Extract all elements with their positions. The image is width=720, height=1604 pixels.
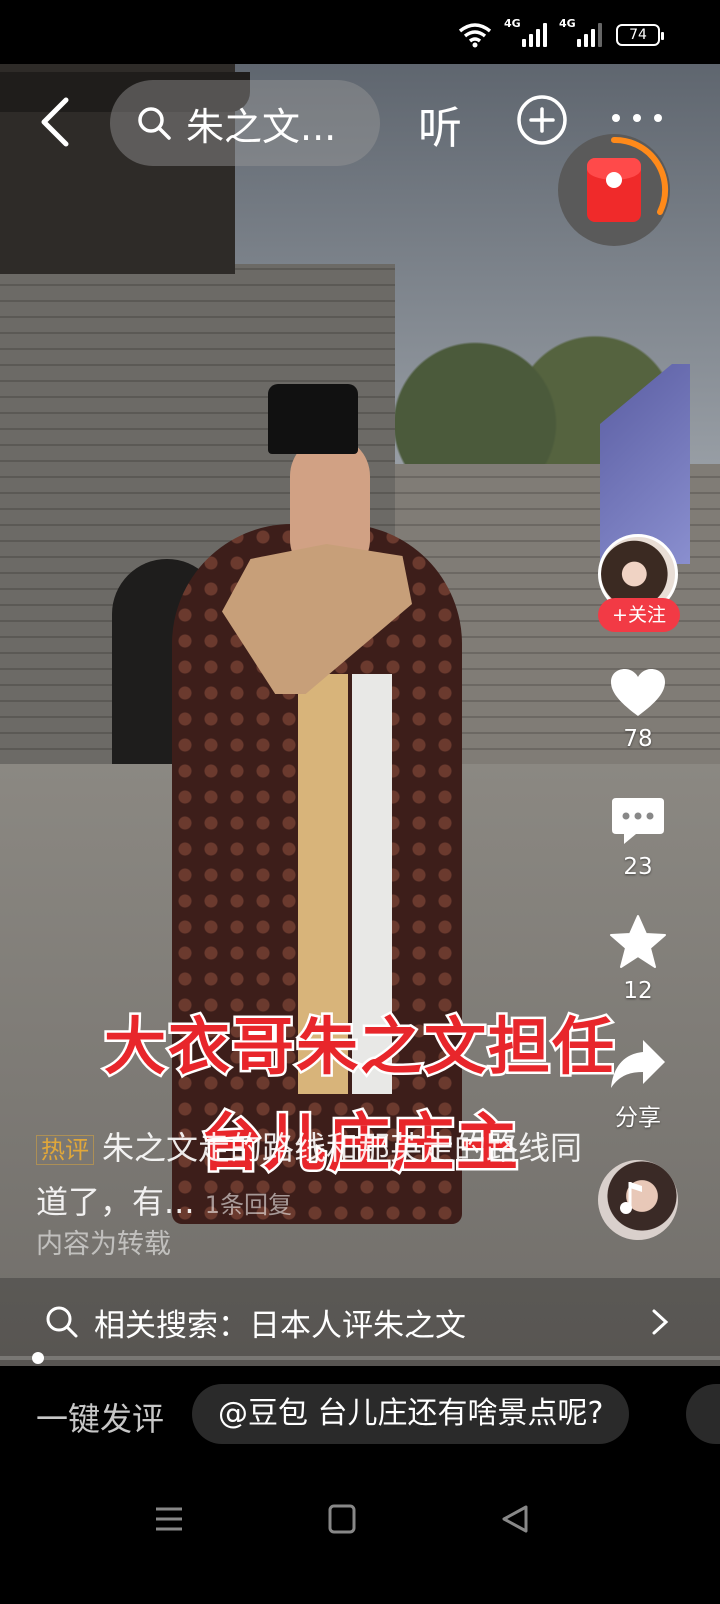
- reply-count[interactable]: 1条回复: [205, 1191, 292, 1219]
- back-arrow-icon[interactable]: [36, 94, 76, 150]
- music-note-icon: [620, 1182, 642, 1214]
- system-nav-bar: [0, 1464, 720, 1604]
- chevron-right-icon: [652, 1309, 669, 1335]
- wifi-icon: [458, 23, 492, 48]
- favorite-button[interactable]: 12: [606, 914, 670, 1004]
- hot-comment-tag: 热评: [36, 1135, 94, 1165]
- home-square-icon[interactable]: [328, 1504, 356, 1534]
- listen-button[interactable]: 听: [418, 92, 462, 156]
- star-icon: [610, 915, 666, 968]
- related-search-bar[interactable]: 相关搜索：日本人评朱之文: [0, 1278, 720, 1366]
- more-dots-icon[interactable]: [612, 110, 662, 126]
- like-button[interactable]: 78: [606, 668, 670, 752]
- search-query: 朱之文...: [186, 104, 337, 149]
- battery-indicator: 74: [616, 24, 664, 46]
- comment-button[interactable]: 23: [606, 796, 670, 880]
- comment-count: 23: [623, 854, 653, 880]
- quick-comment-bar: 一键发评 @豆包 台儿庄还有啥景点呢?: [0, 1366, 720, 1464]
- search-icon: [46, 1306, 78, 1338]
- suggestion-chip[interactable]: @豆包 台儿庄还有啥景点呢?: [192, 1384, 630, 1444]
- cell-signal-1-icon: 4G: [504, 17, 547, 47]
- follow-button[interactable]: +关注: [598, 598, 680, 632]
- heart-icon: [611, 669, 665, 716]
- menu-icon[interactable]: [154, 1504, 184, 1534]
- hot-comment-text: 朱之文走的路线和那英走的路线同道了，有...: [36, 1129, 583, 1221]
- repost-notice: 内容为转载: [36, 1229, 171, 1260]
- video-progress-track[interactable]: [0, 1356, 720, 1360]
- like-count: 78: [623, 726, 653, 752]
- comment-icon: [612, 798, 664, 844]
- quick-comment-label[interactable]: 一键发评: [36, 1394, 164, 1440]
- status-icons: 4G 4G 74: [458, 17, 664, 48]
- related-search-label: 相关搜索：日本人评朱之文: [94, 1307, 466, 1344]
- status-bar: 4G 4G 74: [0, 0, 720, 64]
- suggestion-chip-partial[interactable]: [686, 1384, 720, 1444]
- red-envelope-icon: [587, 158, 641, 222]
- hot-comment[interactable]: 热评 朱之文走的路线和那英走的路线同道了，有... 1条回复: [36, 1122, 596, 1231]
- red-packet-button[interactable]: [558, 134, 670, 246]
- video-progress-thumb[interactable]: [32, 1352, 44, 1364]
- search-icon: [138, 107, 171, 140]
- search-bar[interactable]: 朱之文...: [110, 80, 380, 166]
- video-person-hat: [268, 384, 358, 454]
- cell-signal-2-icon: 4G: [559, 17, 602, 47]
- video-caption-line1: 大衣哥朱之文担任: [101, 1008, 616, 1086]
- back-triangle-icon[interactable]: [500, 1504, 530, 1534]
